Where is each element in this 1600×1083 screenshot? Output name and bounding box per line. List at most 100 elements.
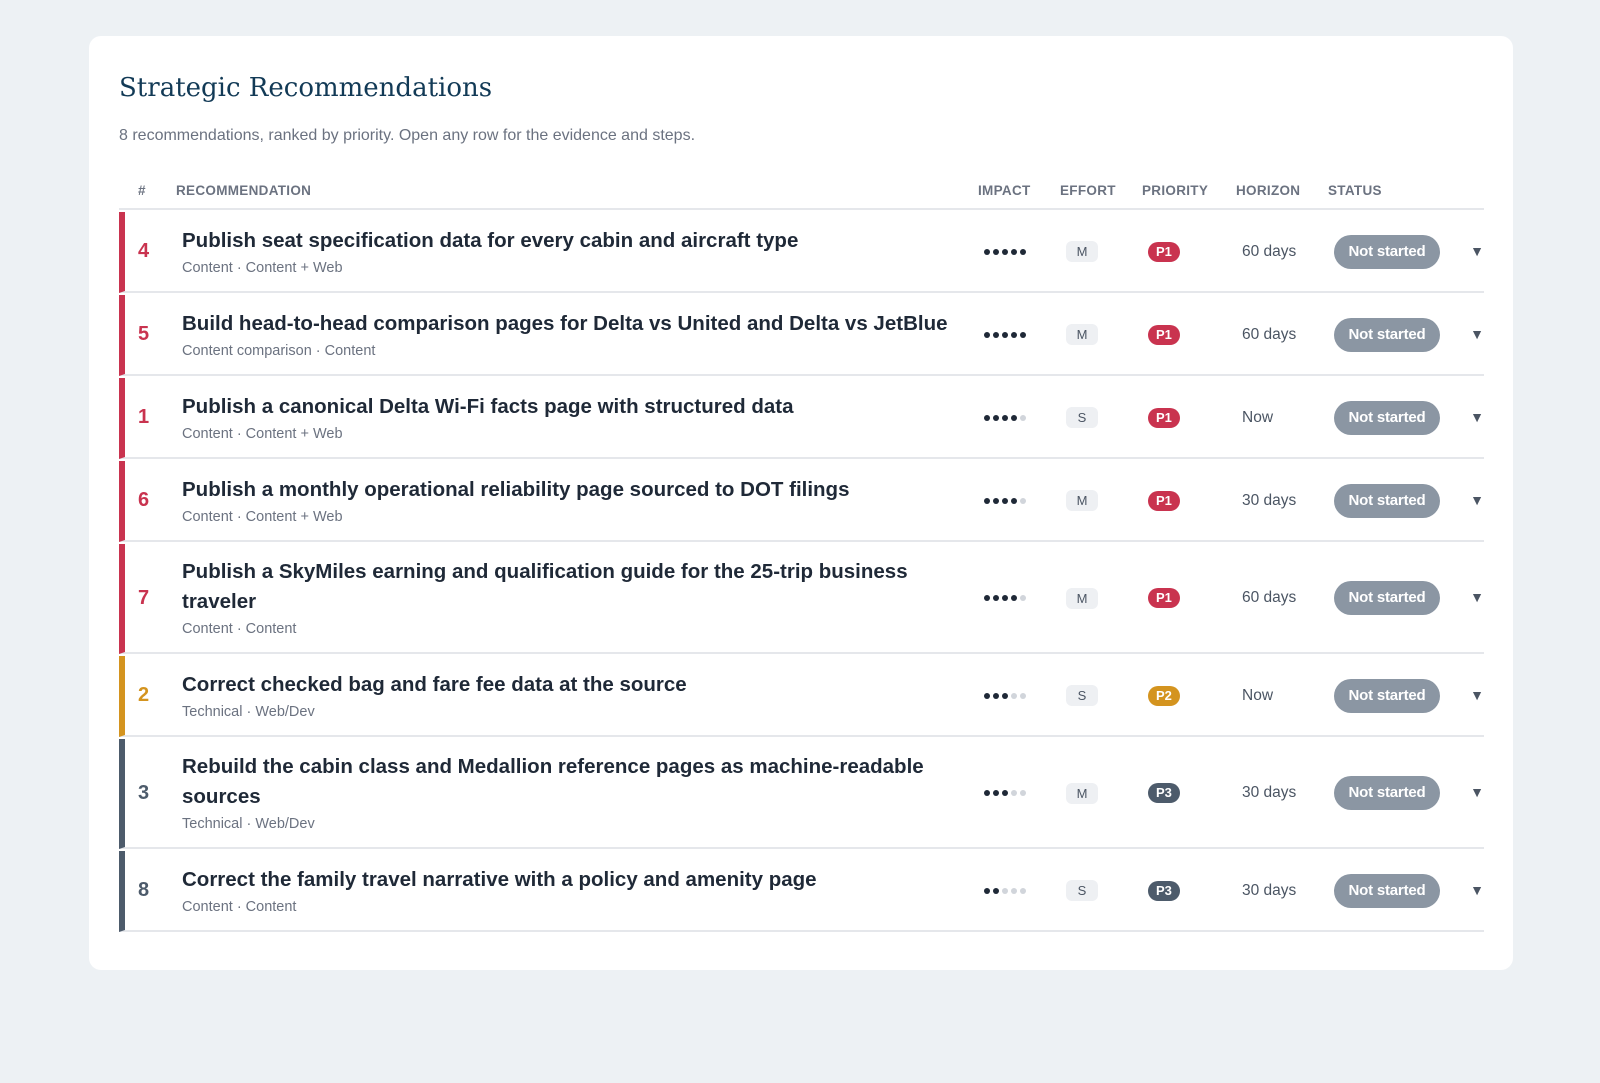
impact-dot — [993, 692, 999, 699]
status-button[interactable]: Not started — [1334, 317, 1440, 352]
impact-dot — [1002, 692, 1008, 699]
header-priority: PRIORITY — [1142, 182, 1209, 198]
impact-dot — [1020, 692, 1026, 699]
effort-cell: M — [1066, 782, 1148, 804]
impact-dot — [1002, 497, 1008, 504]
impact-dot — [1020, 497, 1026, 504]
impact-dot — [993, 595, 999, 601]
impact-dot — [1002, 414, 1008, 421]
effort-cell: S — [1066, 407, 1148, 428]
status-button[interactable]: Not started — [1334, 678, 1440, 713]
chevron-down-icon[interactable]: ▼ — [1464, 326, 1490, 344]
effort-badge: M — [1066, 587, 1098, 609]
recommendation-meta: Content · Content + Web — [182, 259, 343, 276]
impact-dot — [1011, 887, 1017, 894]
recommendations-card: Strategic Recommendations 8 recommendati… — [89, 36, 1513, 970]
effort-badge: M — [1066, 782, 1098, 804]
table-row[interactable]: 1 Publish a canonical Delta Wi-Fi facts … — [119, 378, 1484, 459]
horizon-text: 60 days — [1242, 325, 1297, 343]
chevron-down-icon[interactable]: ▼ — [1464, 784, 1490, 802]
priority-badge: P1 — [1148, 407, 1180, 428]
recommendation-title[interactable]: Publish seat specification data for ever… — [182, 226, 984, 256]
horizon-cell: 30 days — [1242, 492, 1334, 510]
status-button[interactable]: Not started — [1334, 483, 1440, 518]
table-row[interactable]: 4 Publish seat specification data for ev… — [119, 212, 1484, 293]
table-row[interactable]: 8 Correct the family travel narrative wi… — [119, 851, 1484, 932]
horizon-text: 60 days — [1242, 589, 1297, 606]
status-cell: Not started — [1334, 776, 1464, 810]
table-row[interactable]: 7 Publish a SkyMiles earning and qualifi… — [119, 544, 1484, 654]
impact-rating — [984, 692, 1066, 699]
recommendation-title[interactable]: Publish a monthly operational reliabilit… — [182, 475, 984, 505]
table-row[interactable]: 6 Publish a monthly operational reliabil… — [119, 461, 1484, 542]
status-cell: Not started — [1334, 581, 1464, 615]
header-num: # — [138, 182, 146, 198]
chevron-down-icon[interactable]: ▼ — [1464, 409, 1490, 427]
impact-dot — [993, 248, 999, 255]
table-row[interactable]: 5 Build head-to-head comparison pages fo… — [119, 295, 1484, 376]
effort-badge: S — [1066, 407, 1098, 428]
chevron-down-icon[interactable]: ▼ — [1464, 687, 1490, 705]
table-header: # RECOMMENDATION IMPACT EFFORT PRIORITY … — [119, 172, 1484, 210]
effort-cell: S — [1066, 685, 1148, 706]
impact-dot — [1011, 331, 1017, 338]
recommendation-cell: Rebuild the cabin class and Medallion re… — [182, 752, 984, 834]
recommendation-title[interactable]: Rebuild the cabin class and Medallion re… — [182, 752, 984, 812]
priority-badge: P1 — [1148, 324, 1180, 345]
impact-dot — [993, 497, 999, 504]
chevron-down-icon[interactable]: ▼ — [1464, 243, 1490, 261]
impact-dot — [1002, 331, 1008, 338]
card-title: Strategic Recommendations — [119, 73, 493, 103]
status-button[interactable]: Not started — [1334, 400, 1440, 435]
impact-rating — [984, 595, 1066, 601]
impact-rating — [984, 331, 1066, 338]
impact-dot — [1020, 331, 1026, 338]
horizon-text: Now — [1242, 686, 1274, 704]
row-number: 8 — [138, 879, 150, 901]
recommendation-meta: Content · Content + Web — [182, 508, 343, 525]
priority-badge: P2 — [1148, 685, 1180, 706]
impact-dot — [1002, 790, 1008, 796]
impact-dot — [984, 331, 990, 338]
table-row[interactable]: 3 Rebuild the cabin class and Medallion … — [119, 739, 1484, 849]
recommendation-title[interactable]: Correct checked bag and fare fee data at… — [182, 670, 984, 700]
status-button[interactable]: Not started — [1334, 234, 1440, 269]
recommendation-meta: Content · Content — [182, 621, 297, 637]
impact-dot — [984, 248, 990, 255]
impact-dot — [993, 331, 999, 338]
impact-dot — [1011, 497, 1017, 504]
recommendation-title[interactable]: Publish a canonical Delta Wi-Fi facts pa… — [182, 392, 984, 422]
priority-cell: P1 — [1148, 490, 1242, 511]
impact-dot — [1002, 248, 1008, 255]
impact-dot — [984, 497, 990, 504]
header-impact: IMPACT — [978, 182, 1031, 198]
table-row[interactable]: 2 Correct checked bag and fare fee data … — [119, 656, 1484, 737]
header-effort: EFFORT — [1060, 182, 1116, 198]
effort-cell: M — [1066, 490, 1148, 511]
impact-dot — [984, 790, 990, 796]
effort-badge: M — [1066, 490, 1098, 511]
recommendation-title[interactable]: Publish a SkyMiles earning and qualifica… — [182, 557, 984, 617]
recommendation-title[interactable]: Build head-to-head comparison pages for … — [182, 309, 984, 339]
chevron-down-icon[interactable]: ▼ — [1464, 492, 1490, 510]
priority-cell: P3 — [1148, 783, 1242, 803]
status-button[interactable]: Not started — [1334, 776, 1440, 810]
horizon-cell: Now — [1242, 687, 1334, 705]
status-button[interactable]: Not started — [1334, 581, 1440, 615]
horizon-cell: 60 days — [1242, 243, 1334, 261]
priority-cell: P1 — [1148, 588, 1242, 608]
chevron-down-icon[interactable]: ▼ — [1464, 589, 1490, 607]
priority-cell: P1 — [1148, 324, 1242, 345]
impact-dot — [993, 887, 999, 894]
impact-dot — [993, 790, 999, 796]
impact-dot — [1020, 790, 1026, 796]
row-number: 2 — [138, 684, 150, 706]
status-button[interactable]: Not started — [1334, 873, 1440, 908]
impact-dot — [984, 414, 990, 421]
priority-cell: P1 — [1148, 407, 1242, 428]
chevron-down-icon[interactable]: ▼ — [1464, 882, 1490, 900]
recommendation-cell: Publish a canonical Delta Wi-Fi facts pa… — [182, 392, 984, 444]
impact-dot — [1011, 692, 1017, 699]
recommendation-title[interactable]: Correct the family travel narrative with… — [182, 865, 984, 895]
horizon-text: 30 days — [1242, 881, 1297, 899]
